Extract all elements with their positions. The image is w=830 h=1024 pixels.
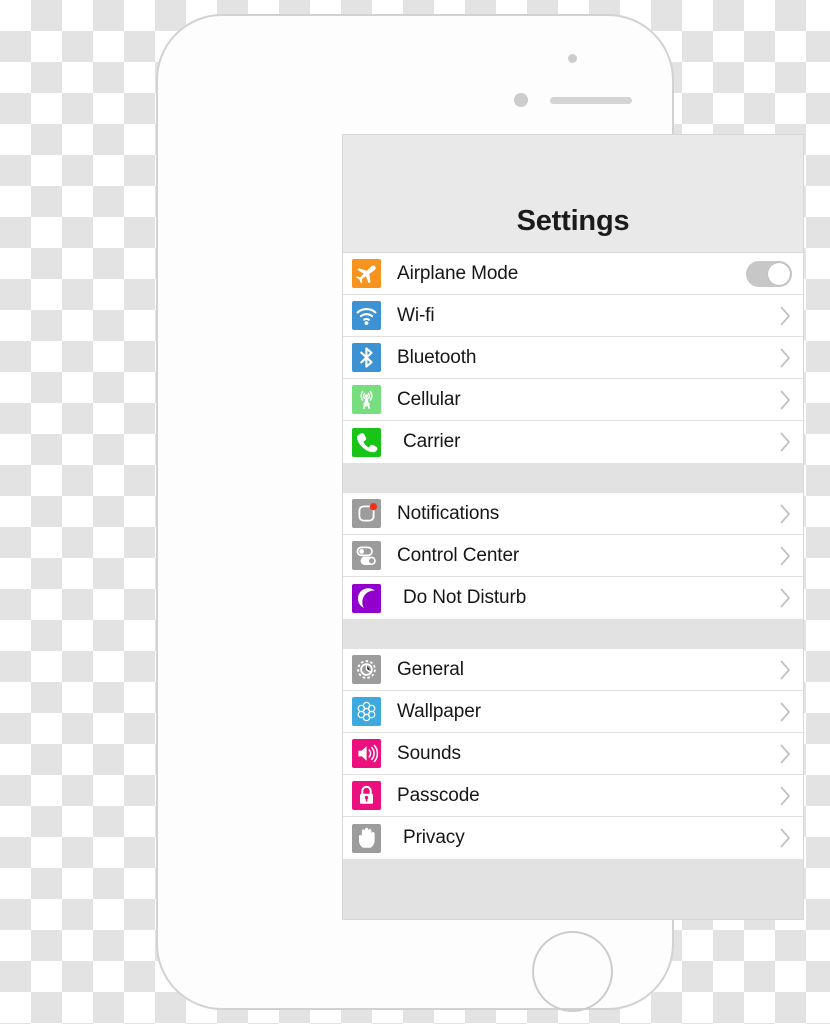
settings-row-label: Airplane Mode — [397, 262, 519, 284]
group-separator — [343, 859, 803, 889]
navigation-bar: Settings — [343, 135, 803, 253]
toggle-knob — [768, 262, 790, 285]
chevron-right-icon — [780, 306, 791, 326]
settings-row-label: Control Center — [397, 544, 520, 566]
wallpaper-flower-icon — [352, 697, 381, 726]
cellular-icon — [352, 385, 381, 414]
group-separator — [343, 463, 803, 493]
settings-row-label: Bluetooth — [397, 346, 477, 368]
settings-list: Airplane Mode Wi-fi Bluetooth Cellular Carri… — [343, 253, 803, 889]
speaker-icon — [352, 739, 381, 768]
settings-row[interactable]: Sounds — [343, 733, 803, 775]
notifications-icon — [352, 499, 381, 528]
settings-row[interactable]: General — [343, 649, 803, 691]
lock-icon — [352, 781, 381, 810]
chevron-right-icon — [780, 432, 791, 452]
chevron-right-icon — [780, 390, 791, 410]
connectivity-group: Airplane Mode Wi-fi Bluetooth Cellular Carri… — [343, 253, 803, 463]
earpiece-speaker-icon — [550, 97, 632, 104]
settings-row-label: Sounds — [397, 742, 461, 764]
phone-device-frame: Settings Airplane Mode Wi-fi Bluetooth Cell… — [156, 14, 804, 1012]
settings-row-label: General — [397, 658, 464, 680]
system-group: General Wallpaper Sounds Passcode Privacy — [343, 649, 803, 859]
settings-row[interactable]: Privacy — [343, 817, 803, 859]
airplane-mode-toggle[interactable] — [746, 260, 792, 287]
settings-row[interactable]: Control Center — [343, 535, 803, 577]
settings-row-label: Wallpaper — [397, 700, 481, 722]
proximity-sensor-icon — [568, 54, 577, 63]
hand-icon — [352, 823, 381, 853]
carrier-phone-icon — [352, 427, 381, 457]
chevron-right-icon — [780, 828, 791, 848]
phone-screen: Settings Airplane Mode Wi-fi Bluetooth Cell… — [342, 134, 804, 920]
chevron-right-icon — [780, 786, 791, 806]
settings-row[interactable]: Wallpaper — [343, 691, 803, 733]
settings-row-label: Cellular — [397, 388, 461, 410]
settings-row[interactable]: Wi-fi — [343, 295, 803, 337]
gear-icon — [352, 655, 381, 684]
group-separator — [343, 619, 803, 649]
chevron-right-icon — [780, 744, 791, 764]
settings-row-label: Privacy — [403, 827, 465, 848]
home-button[interactable] — [532, 931, 613, 1012]
notifications-group: Notifications Control Center Do Not Distur… — [343, 493, 803, 619]
bluetooth-icon — [352, 343, 381, 372]
settings-row[interactable]: Do Not Disturb — [343, 577, 803, 619]
settings-row-label: Do Not Disturb — [403, 587, 527, 608]
settings-row-label: Passcode — [397, 784, 480, 806]
page-title: Settings — [516, 205, 630, 237]
airplane-icon — [352, 259, 381, 288]
settings-row[interactable]: Airplane Mode — [343, 253, 803, 295]
settings-row[interactable]: Notifications — [343, 493, 803, 535]
settings-row[interactable]: Cellular — [343, 379, 803, 421]
settings-row-label: Carrier — [403, 431, 461, 452]
chevron-right-icon — [780, 348, 791, 368]
settings-row-label: Notifications — [397, 502, 500, 524]
settings-row[interactable]: Carrier — [343, 421, 803, 463]
chevron-right-icon — [780, 504, 791, 524]
chevron-right-icon — [780, 546, 791, 566]
settings-row[interactable]: Passcode — [343, 775, 803, 817]
chevron-right-icon — [780, 588, 791, 608]
settings-row[interactable]: Bluetooth — [343, 337, 803, 379]
control-center-icon — [352, 541, 381, 570]
settings-row-label: Wi-fi — [397, 304, 435, 326]
chevron-right-icon — [780, 660, 791, 680]
do-not-disturb-moon-icon — [352, 583, 381, 613]
front-camera-icon — [514, 93, 528, 107]
chevron-right-icon — [780, 702, 791, 722]
wifi-icon — [352, 301, 381, 330]
